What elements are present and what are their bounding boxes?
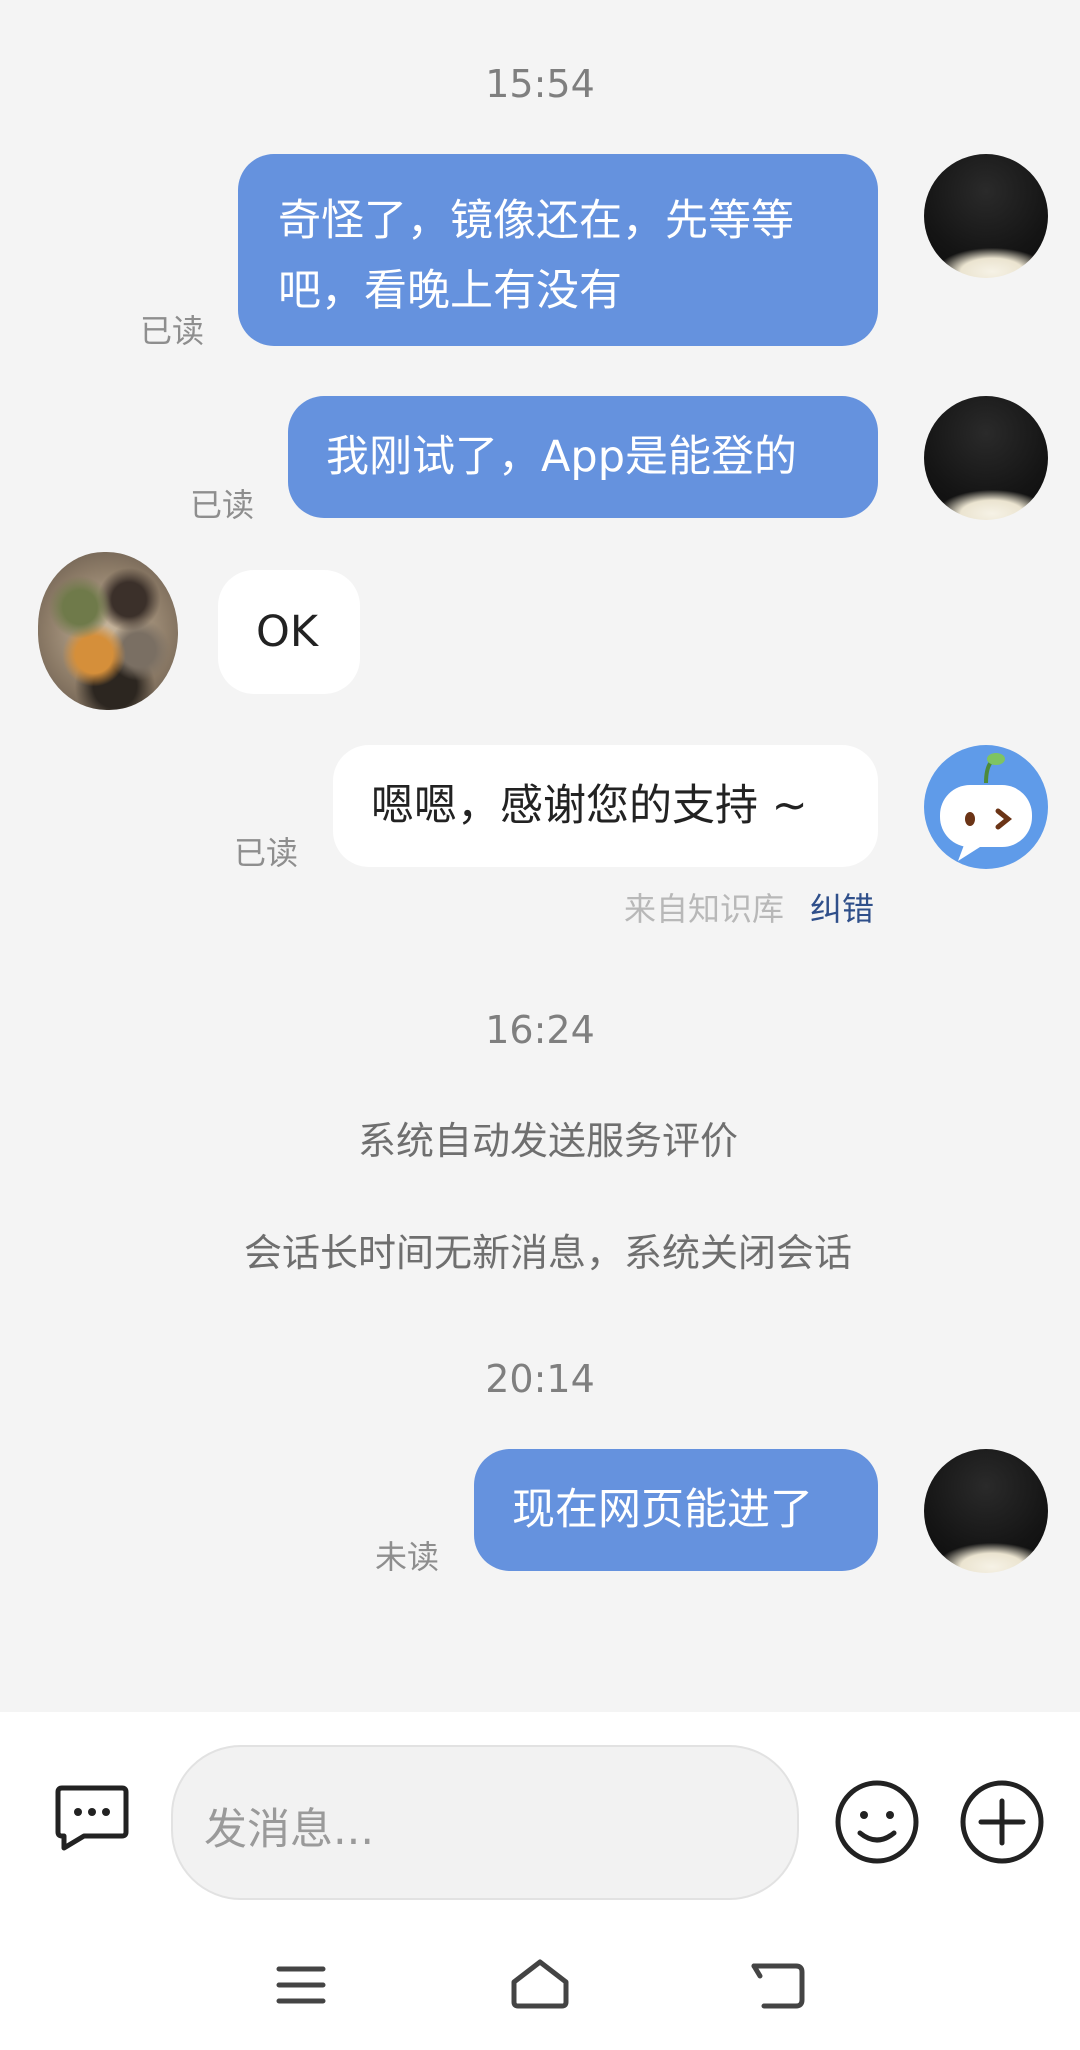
timestamp: 20:14 [485, 1357, 595, 1401]
input-placeholder: 发消息... [204, 1805, 375, 1855]
read-status: 已读 [190, 486, 255, 524]
my-avatar[interactable] [924, 396, 1048, 520]
incoming-message[interactable]: OK [218, 570, 360, 694]
quick-reply-icon[interactable] [54, 1782, 130, 1854]
outgoing-message[interactable]: 奇怪了，镜像还在，先等等 吧，看晚上有没有 [238, 154, 878, 346]
outgoing-message[interactable]: 现在网页能进了 [474, 1449, 878, 1571]
bot-message[interactable]: 嗯嗯，感谢您的支持 ~ [333, 745, 878, 867]
robot-icon [940, 753, 1032, 861]
correct-link[interactable]: 纠错 [810, 884, 874, 930]
emoji-icon[interactable] [834, 1779, 920, 1865]
my-avatar[interactable] [924, 1449, 1048, 1573]
back-icon[interactable] [750, 1960, 806, 2010]
message-input[interactable]: 发消息... [171, 1745, 799, 1900]
menu-icon[interactable] [276, 1964, 326, 2006]
contact-avatar[interactable] [38, 552, 178, 710]
timestamp: 16:24 [485, 1008, 595, 1052]
timestamp: 15:54 [485, 62, 595, 106]
message-line: 吧，看晚上有没有 [278, 266, 622, 316]
source-label: 来自知识库 [624, 890, 785, 928]
my-avatar[interactable] [924, 154, 1048, 278]
home-icon[interactable] [508, 1958, 572, 2010]
system-message: 系统自动发送服务评价 [357, 1119, 738, 1163]
read-status: 已读 [234, 834, 299, 872]
message-line: 奇怪了，镜像还在，先等等 [278, 196, 794, 246]
outgoing-message[interactable]: 我刚试了，App是能登的 [288, 396, 878, 518]
read-status: 已读 [140, 312, 205, 350]
system-message: 会话长时间无新消息，系统关闭会话 [243, 1231, 852, 1275]
plus-icon[interactable] [959, 1779, 1045, 1865]
unread-status: 未读 [375, 1538, 440, 1576]
bot-avatar[interactable] [924, 745, 1048, 869]
